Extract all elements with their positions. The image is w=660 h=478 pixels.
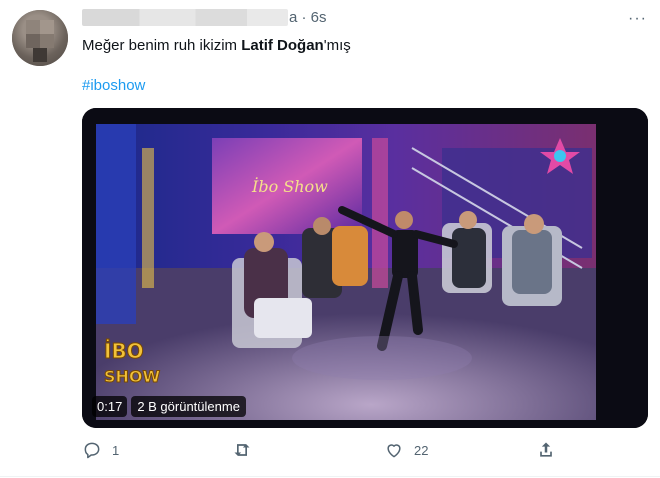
video-info-badge: 0:17 2 B görüntülenme xyxy=(92,395,246,417)
backdrop-text: İbo Show xyxy=(251,176,328,196)
avatar[interactable] xyxy=(12,10,68,66)
show-logo-line2: SHOW xyxy=(104,367,161,386)
avatar-pixel xyxy=(40,34,54,48)
video-duration: 0:17 xyxy=(92,395,128,417)
tweet-text-start: Meğer benim ruh ikizim xyxy=(82,37,242,54)
hashtag-link[interactable]: #iboshow xyxy=(82,77,145,94)
more-options-icon[interactable]: ··· xyxy=(628,10,647,28)
tweet-text-bold: Latif Doğan xyxy=(241,37,324,54)
tweet-card[interactable]: a · 6s ··· Meğer benim ruh ikizim Latif … xyxy=(0,0,660,478)
video-frame: İbo Show İBO SHOW xyxy=(82,108,648,428)
tweet-actions: 1 22 xyxy=(0,440,660,466)
retweet-icon xyxy=(234,444,250,456)
video-player[interactable]: İbo Show İBO SHOW 0:17 2 B görüntülenme xyxy=(82,108,648,428)
avatar-pixel xyxy=(26,34,40,48)
tweet-text: Meğer benim ruh ikizim Latif Doğan'mış xyxy=(82,37,351,54)
reply-button[interactable]: 1 xyxy=(82,440,119,460)
avatar-pixel xyxy=(26,20,40,34)
tweet-divider xyxy=(0,476,660,477)
share-button[interactable] xyxy=(536,440,556,460)
retweet-button[interactable] xyxy=(232,440,262,460)
like-count: 22 xyxy=(414,442,429,458)
tweet-text-end: 'mış xyxy=(323,37,351,54)
reply-count: 1 xyxy=(112,442,120,458)
reply-icon xyxy=(84,442,100,459)
heart-icon xyxy=(387,444,401,458)
share-icon xyxy=(540,442,552,457)
show-logo-line1: İBO xyxy=(104,339,144,363)
like-button[interactable]: 22 xyxy=(384,440,428,460)
tweet-timestamp[interactable]: a · 6s xyxy=(289,9,327,26)
video-view-count: 2 B görüntülenme xyxy=(131,395,246,417)
avatar-pixel xyxy=(40,20,54,34)
avatar-pixel xyxy=(33,48,47,62)
author-name-redacted[interactable] xyxy=(82,9,288,26)
